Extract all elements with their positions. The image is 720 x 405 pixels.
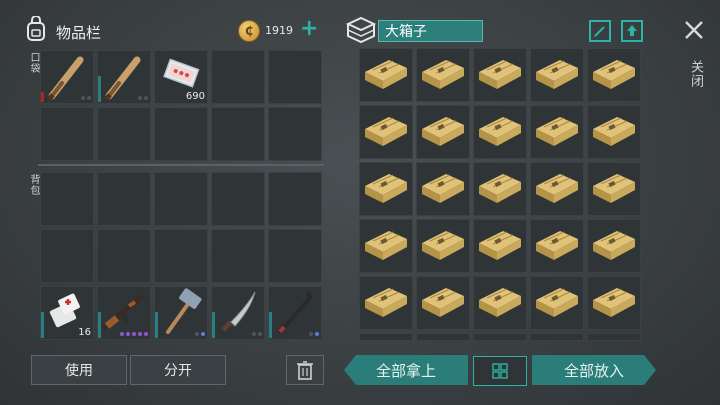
close-icon[interactable] — [684, 20, 704, 40]
backpack-icon — [24, 15, 48, 42]
inventory-slot-empty[interactable] — [40, 229, 94, 283]
inventory-slot-empty[interactable] — [154, 107, 208, 161]
container-slot[interactable] — [359, 105, 413, 159]
container-slot[interactable] — [359, 48, 413, 102]
put-all-button[interactable]: 全部放入 — [532, 355, 656, 385]
container-slot[interactable] — [359, 219, 413, 273]
item-tier-dots — [309, 332, 319, 336]
inventory-slot-empty[interactable] — [268, 172, 322, 226]
take-all-button[interactable]: 全部拿上 — [344, 355, 468, 385]
inventory-slot-empty[interactable] — [154, 229, 208, 283]
gold-coin-icon: ₵ — [238, 20, 260, 42]
container-slot[interactable] — [530, 48, 584, 102]
inventory-slot-filled[interactable] — [211, 286, 265, 340]
container-slot[interactable] — [473, 219, 527, 273]
inventory-slot-empty[interactable] — [211, 50, 265, 104]
container-slot[interactable] — [473, 162, 527, 216]
durability-bar — [269, 312, 272, 338]
use-button[interactable]: 使用 — [31, 355, 127, 385]
container-slot-partial[interactable] — [587, 333, 641, 341]
grid-icon — [492, 363, 508, 379]
inventory-slot-empty[interactable] — [268, 229, 322, 283]
inventory-slot-filled[interactable] — [97, 50, 151, 104]
inventory-slot-empty[interactable] — [211, 107, 265, 161]
container-name-field[interactable]: 大箱子 — [378, 20, 483, 42]
durability-bar — [41, 312, 44, 338]
backpack-label: 背包 — [28, 174, 39, 196]
inventory-slot-empty[interactable] — [268, 50, 322, 104]
trash-icon — [297, 361, 313, 380]
container-slot[interactable] — [416, 48, 470, 102]
container-slot[interactable] — [530, 162, 584, 216]
inventory-slot-empty[interactable] — [211, 172, 265, 226]
gold-amount: 1919 — [265, 24, 293, 37]
durability-bar — [98, 76, 101, 102]
container-slot[interactable] — [587, 162, 641, 216]
durability-bar — [41, 92, 44, 102]
discard-button[interactable] — [286, 355, 324, 385]
item-tier-dots — [120, 332, 148, 336]
inventory-slot-filled[interactable] — [268, 286, 322, 340]
item-tier-dots — [138, 96, 148, 100]
container-slot[interactable] — [530, 219, 584, 273]
container-slot-partial[interactable] — [416, 333, 470, 341]
container-slot[interactable] — [473, 105, 527, 159]
inventory-slot-empty[interactable] — [211, 229, 265, 283]
container-slot-partial[interactable] — [530, 333, 584, 341]
container-slot[interactable] — [416, 219, 470, 273]
durability-bar — [98, 312, 101, 338]
container-slot[interactable] — [530, 105, 584, 159]
container-slot[interactable] — [416, 276, 470, 330]
container-slot[interactable] — [587, 48, 641, 102]
inventory-slot-empty[interactable] — [97, 107, 151, 161]
container-slot-partial[interactable] — [359, 333, 413, 341]
container-slot[interactable] — [587, 276, 641, 330]
inventory-slot-empty[interactable] — [268, 107, 322, 161]
close-label[interactable]: 关闭 — [686, 60, 705, 88]
pockets-label: 口袋 — [28, 52, 39, 74]
storage-box-icon — [345, 16, 377, 44]
take-all-label: 全部拿上 — [375, 361, 436, 380]
upload-icon[interactable] — [621, 20, 643, 42]
section-divider — [38, 164, 324, 166]
inventory-slot-filled[interactable]: 16 — [40, 286, 94, 340]
container-slot[interactable] — [359, 162, 413, 216]
container-slot[interactable] — [359, 276, 413, 330]
inventory-slot-empty[interactable] — [40, 107, 94, 161]
durability-bar — [212, 312, 215, 338]
durability-bar — [155, 312, 158, 338]
item-quantity: 16 — [78, 327, 91, 338]
container-slot-partial[interactable] — [473, 333, 527, 341]
split-button[interactable]: 分开 — [130, 355, 226, 385]
container-slot[interactable] — [473, 276, 527, 330]
inventory-slot-empty[interactable] — [154, 172, 208, 226]
inventory-title: 物品栏 — [56, 24, 102, 42]
container-slot[interactable] — [530, 276, 584, 330]
inventory-slot-empty[interactable] — [40, 172, 94, 226]
item-tier-dots — [195, 332, 205, 336]
inventory-slot-filled[interactable]: 690 — [154, 50, 208, 104]
container-slot[interactable] — [587, 219, 641, 273]
container-slot[interactable] — [587, 105, 641, 159]
put-all-label: 全部放入 — [563, 361, 624, 380]
sort-button[interactable] — [473, 356, 527, 386]
container-slot[interactable] — [416, 162, 470, 216]
container-slot[interactable] — [473, 48, 527, 102]
inventory-slot-empty[interactable] — [97, 229, 151, 283]
container-slot[interactable] — [416, 105, 470, 159]
add-gold-button[interactable]: + — [300, 18, 318, 40]
item-tier-dots — [81, 96, 91, 100]
inventory-slot-filled[interactable] — [154, 286, 208, 340]
inventory-slot-filled[interactable] — [97, 286, 151, 340]
edit-name-icon[interactable] — [589, 20, 611, 42]
item-tier-dots — [252, 332, 262, 336]
inventory-slot-empty[interactable] — [97, 172, 151, 226]
inventory-slot-filled[interactable] — [40, 50, 94, 104]
item-quantity: 690 — [185, 91, 205, 102]
